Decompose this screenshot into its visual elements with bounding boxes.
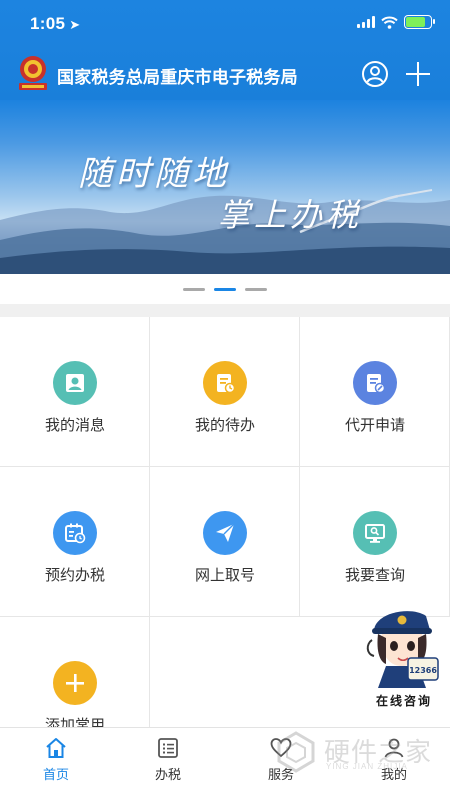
grid-item-online-queue-number[interactable]: 网上取号 (150, 467, 300, 617)
add-button[interactable] (405, 61, 431, 87)
tax-officer-mascot-icon: 12366 (366, 611, 439, 688)
calendar-clock-icon (65, 523, 86, 544)
grid-item-label: 添加常用 (44, 717, 105, 727)
hexagon-logo-icon (277, 731, 315, 773)
grid-item-label: 我的待办 (194, 417, 255, 434)
grid-item-add-favorite[interactable]: 添加常用 (0, 617, 150, 727)
grid-icon-circle (203, 361, 247, 405)
banner-pager[interactable] (0, 274, 450, 304)
invoice-edit-icon (367, 374, 386, 394)
location-arrow-icon: ➤ (69, 17, 81, 32)
online-consultation-button[interactable]: 12366 在线咨询 (360, 604, 450, 712)
tab-label: 首页 (42, 767, 69, 782)
app-title: 国家税务总局重庆市电子税务局 (57, 68, 298, 87)
tax-emblem-icon (19, 56, 47, 90)
tab-tax-handling[interactable]: 办税 (112, 728, 224, 800)
grid-item-my-messages[interactable]: 我的消息 (0, 317, 150, 467)
paper-plane-icon (216, 523, 235, 542)
grid-icon-circle (53, 661, 97, 705)
promo-banner[interactable]: 随时随地 掌上办税 (0, 100, 450, 274)
plus-icon (66, 674, 84, 692)
pager-dot[interactable] (245, 287, 267, 291)
todo-document-icon (217, 374, 236, 394)
user-circle-icon (366, 66, 384, 83)
wifi-icon (381, 16, 398, 29)
section-divider (0, 304, 450, 317)
banner-headline-1: 随时随地 (78, 154, 230, 194)
app-header: 国家税务总局重庆市电子税务局 (0, 48, 450, 100)
grid-icon-circle (53, 361, 97, 405)
grid-icon-circle (53, 511, 97, 555)
pager-dot-active[interactable] (214, 287, 236, 291)
person-icon (66, 374, 84, 392)
status-icons (357, 15, 435, 29)
list-icon (158, 738, 178, 758)
grid-item-label: 网上取号 (194, 567, 255, 584)
tab-home[interactable]: 首页 (0, 728, 112, 800)
hotline-badge-text: 12366 (409, 666, 437, 675)
grid-icon-circle (353, 511, 397, 555)
tab-label: 办税 (154, 767, 181, 782)
status-time-text: 1:05 (30, 14, 66, 33)
grid-item-invoice-application[interactable]: 代开申请 (300, 317, 450, 467)
status-bar: 1:05 ➤ (0, 0, 450, 48)
cellular-signal-icon (357, 16, 375, 28)
home-icon (46, 738, 66, 758)
grid-icon-circle (203, 511, 247, 555)
grid-item-label: 代开申请 (344, 417, 405, 434)
top-bar: 1:05 ➤ 国家税务总局重庆市电子税务局 (0, 0, 450, 100)
user-account-button[interactable] (362, 61, 388, 87)
grid-item-label: 预约办税 (44, 567, 105, 584)
banner-headline-2: 掌上办税 (218, 196, 363, 234)
status-time: 1:05 ➤ (30, 14, 80, 34)
grid-item-query[interactable]: 我要查询 (300, 467, 450, 617)
battery-icon (404, 15, 435, 29)
grid-item-label: 我的消息 (44, 417, 105, 434)
watermark: 硬件之家 YING JIAN ZHIJIA (270, 730, 450, 774)
grid-item-label: 我要查询 (344, 567, 405, 584)
monitor-search-icon (365, 524, 385, 543)
grid-item-appointment[interactable]: 预约办税 (0, 467, 150, 617)
watermark-subtext: YING JIAN ZHIJIA (326, 762, 408, 771)
online-consultation-label: 在线咨询 (375, 694, 432, 708)
grid-icon-circle (353, 361, 397, 405)
grid-item-my-todo[interactable]: 我的待办 (150, 317, 300, 467)
pager-dot[interactable] (183, 287, 205, 291)
